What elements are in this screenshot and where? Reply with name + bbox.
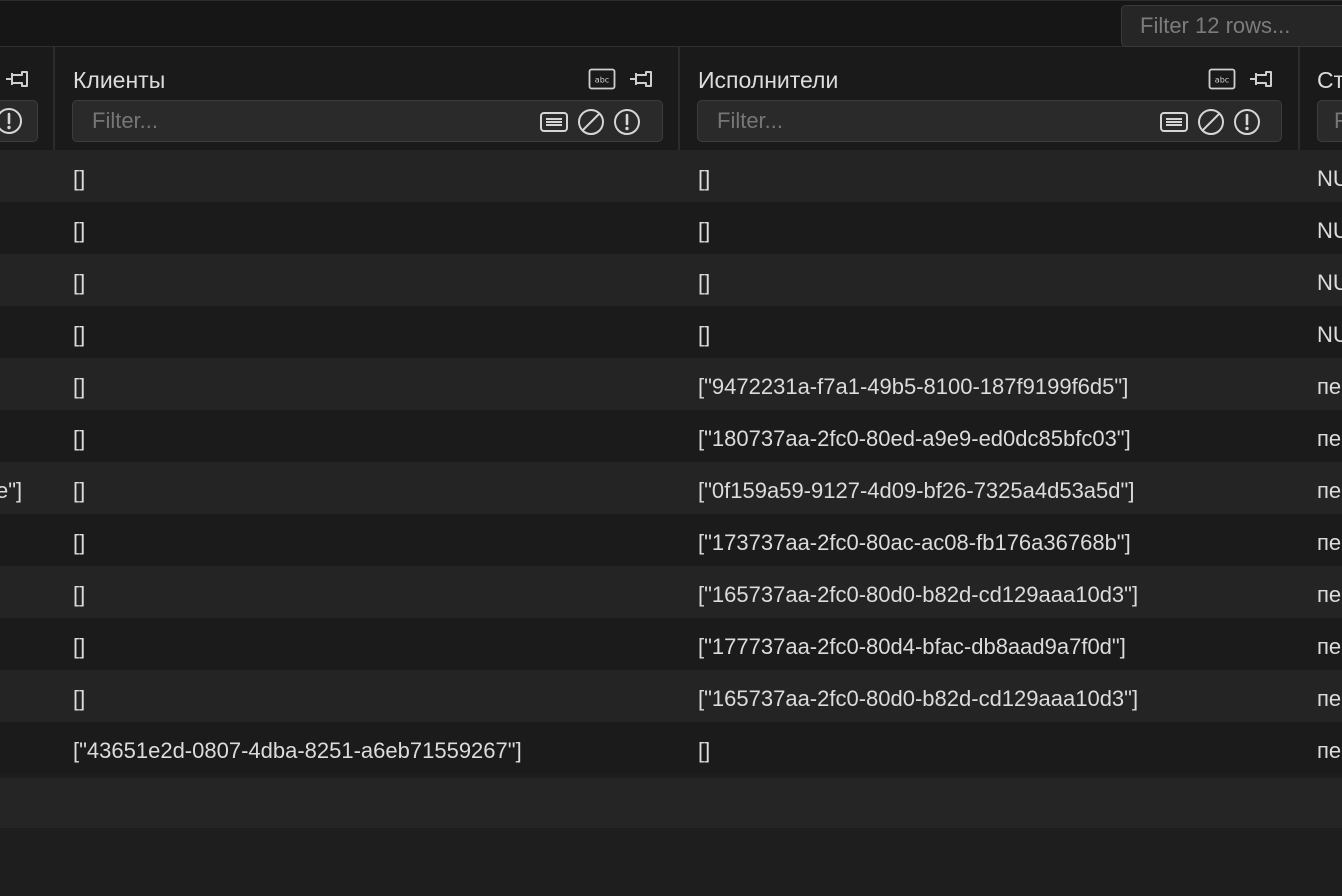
cell-clients[interactable]: [] (73, 254, 678, 306)
cell-previous[interactable] (0, 514, 55, 566)
table-row[interactable]: [] ["9472231a-f7a1-49b5-8100-187f9199f6d5… (0, 358, 1342, 410)
cell-previous[interactable] (0, 202, 55, 254)
cell-clients[interactable]: [] (73, 514, 678, 566)
text-type-icon[interactable] (588, 67, 616, 91)
cell-clients[interactable]: [] (73, 462, 678, 514)
cell-clients[interactable]: [] (73, 566, 678, 618)
cell-previous[interactable] (0, 358, 55, 410)
cell-next[interactable]: пе (1317, 514, 1342, 566)
cell-previous[interactable] (0, 410, 55, 462)
cell-executors[interactable]: ["0f159a59-9127-4d09-bf26-7325a4d53a5d"] (698, 462, 1298, 514)
table-row[interactable]: e"] [] ["0f159a59-9127-4d09-bf26-7325a4d53… (0, 462, 1342, 514)
pin-icon[interactable] (1247, 67, 1275, 91)
ban-icon[interactable] (577, 108, 605, 136)
cell-clients[interactable]: [] (73, 202, 678, 254)
table-row[interactable]: [] ["180737aa-2fc0-80ed-a9e9-ed0dc85bfc03… (0, 410, 1342, 462)
cell-next[interactable]: пе (1317, 462, 1342, 514)
table-row[interactable]: ["43651e2d-0807-4dba-8251-a6eb71559267"]… (0, 722, 1342, 774)
cell-next[interactable]: пе (1317, 566, 1342, 618)
cell-next[interactable]: NU (1317, 202, 1342, 254)
cell-executors[interactable]: [] (698, 722, 1298, 774)
cell-clients[interactable]: [] (73, 618, 678, 670)
cell-clients[interactable]: [] (73, 670, 678, 722)
cell-executors[interactable]: [] (698, 150, 1298, 202)
table-row[interactable]: [] ["165737aa-2fc0-80d0-b82d-cd129aaa10d3… (0, 670, 1342, 722)
cell-previous[interactable] (0, 306, 55, 358)
pin-icon[interactable] (3, 67, 31, 91)
column-filter-input[interactable]: Filter... (697, 100, 1282, 142)
pin-icon[interactable] (627, 67, 655, 91)
global-filter-input[interactable]: Filter 12 rows... (1121, 5, 1342, 47)
cell-executors[interactable]: ["165737aa-2fc0-80d0-b82d-cd129aaa10d3"] (698, 566, 1298, 618)
column-title: Исполнители (698, 67, 839, 93)
ban-icon[interactable] (1197, 108, 1225, 136)
table-row[interactable]: [] ["177737aa-2fc0-80d4-bfac-db8aad9a7f0d… (0, 618, 1342, 670)
cell-executors[interactable]: ["9472231a-f7a1-49b5-8100-187f9199f6d5"] (698, 358, 1298, 410)
cell-executors[interactable]: [] (698, 254, 1298, 306)
column-title: Клиенты (73, 67, 166, 93)
cell-next[interactable]: пе (1317, 410, 1342, 462)
filter-placeholder: F (1334, 108, 1342, 133)
table-row[interactable]: [] [] NU (0, 202, 1342, 254)
table-row[interactable]: [] ["165737aa-2fc0-80d0-b82d-cd129aaa10d3… (0, 566, 1342, 618)
cell-clients[interactable]: [] (73, 358, 678, 410)
alert-icon[interactable] (613, 108, 641, 136)
list-icon[interactable] (539, 108, 569, 136)
cell-next[interactable]: NU (1317, 254, 1342, 306)
cell-clients[interactable]: ["43651e2d-0807-4dba-8251-a6eb71559267"] (73, 722, 678, 774)
column-header-previous (0, 47, 55, 150)
cell-next[interactable]: пе (1317, 618, 1342, 670)
filter-placeholder: Filter... (717, 108, 784, 133)
cell-previous[interactable] (0, 722, 55, 774)
table-body: [][] NU[][] NU[][] NU[][] NU[] ["9472231a-f7a… (0, 150, 1342, 774)
cell-clients[interactable]: [] (73, 306, 678, 358)
table-row[interactable]: [] [] NU (0, 306, 1342, 358)
cell-next[interactable]: пе (1317, 358, 1342, 410)
column-filter-previous[interactable] (0, 100, 38, 142)
text-type-icon[interactable] (1208, 67, 1236, 91)
table-footer (0, 778, 1342, 828)
cell-next[interactable]: NU (1317, 306, 1342, 358)
cell-previous[interactable] (0, 618, 55, 670)
table-row[interactable]: [] [] NU (0, 254, 1342, 306)
column-header-executors[interactable]: Исполнители Filter... (680, 47, 1300, 150)
cell-next[interactable]: пе (1317, 722, 1342, 774)
table-row[interactable]: [] ["173737aa-2fc0-80ac-ac08-fb176a36768b… (0, 514, 1342, 566)
filter-placeholder: Filter... (92, 108, 159, 133)
cell-previous[interactable] (0, 670, 55, 722)
alert-icon[interactable] (0, 107, 23, 135)
cell-executors[interactable]: ["173737aa-2fc0-80ac-ac08-fb176a36768b"] (698, 514, 1298, 566)
empty-area (0, 828, 1342, 896)
table-row[interactable]: [] [] NU (0, 150, 1342, 202)
cell-previous[interactable] (0, 254, 55, 306)
cell-executors[interactable]: [] (698, 202, 1298, 254)
cell-previous[interactable] (0, 566, 55, 618)
cell-next[interactable]: пе (1317, 670, 1342, 722)
column-header-clients[interactable]: Клиенты Filter... (55, 47, 680, 150)
alert-icon[interactable] (1233, 108, 1261, 136)
column-header-next[interactable]: Ст F (1300, 47, 1342, 150)
table-header: Клиенты Filter... Исполнители Filter... … (0, 47, 1342, 150)
list-icon[interactable] (1159, 108, 1189, 136)
cell-previous[interactable] (0, 150, 55, 202)
cell-previous[interactable]: e"] (0, 462, 55, 514)
column-filter-input[interactable]: Filter... (72, 100, 663, 142)
cell-next[interactable]: NU (1317, 150, 1342, 202)
cell-executors[interactable]: ["180737aa-2fc0-80ed-a9e9-ed0dc85bfc03"] (698, 410, 1298, 462)
column-title: Ст (1317, 67, 1342, 93)
toolbar: Filter 12 rows... (0, 0, 1342, 47)
cell-clients[interactable]: [] (73, 410, 678, 462)
cell-executors[interactable]: [] (698, 306, 1298, 358)
cell-executors[interactable]: ["177737aa-2fc0-80d4-bfac-db8aad9a7f0d"] (698, 618, 1298, 670)
cell-executors[interactable]: ["165737aa-2fc0-80d0-b82d-cd129aaa10d3"] (698, 670, 1298, 722)
column-filter-input[interactable]: F (1317, 100, 1342, 142)
cell-clients[interactable]: [] (73, 150, 678, 202)
